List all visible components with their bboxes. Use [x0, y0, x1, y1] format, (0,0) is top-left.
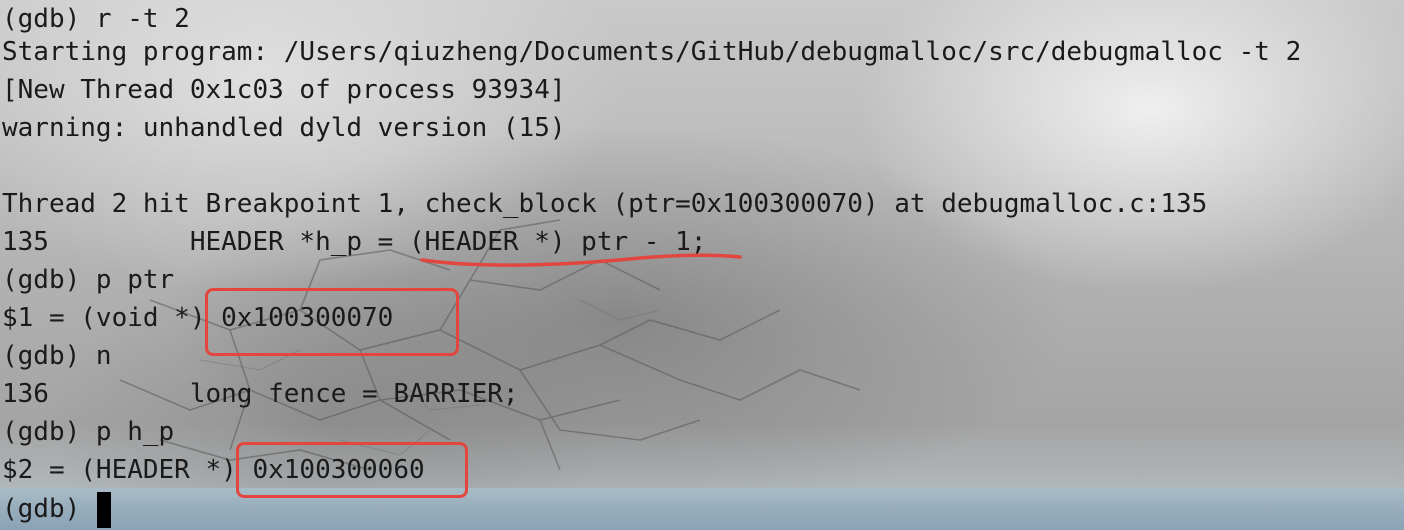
red-box-annotation	[236, 442, 468, 498]
red-box-annotation	[205, 288, 459, 356]
red-underline-annotation	[420, 253, 742, 267]
